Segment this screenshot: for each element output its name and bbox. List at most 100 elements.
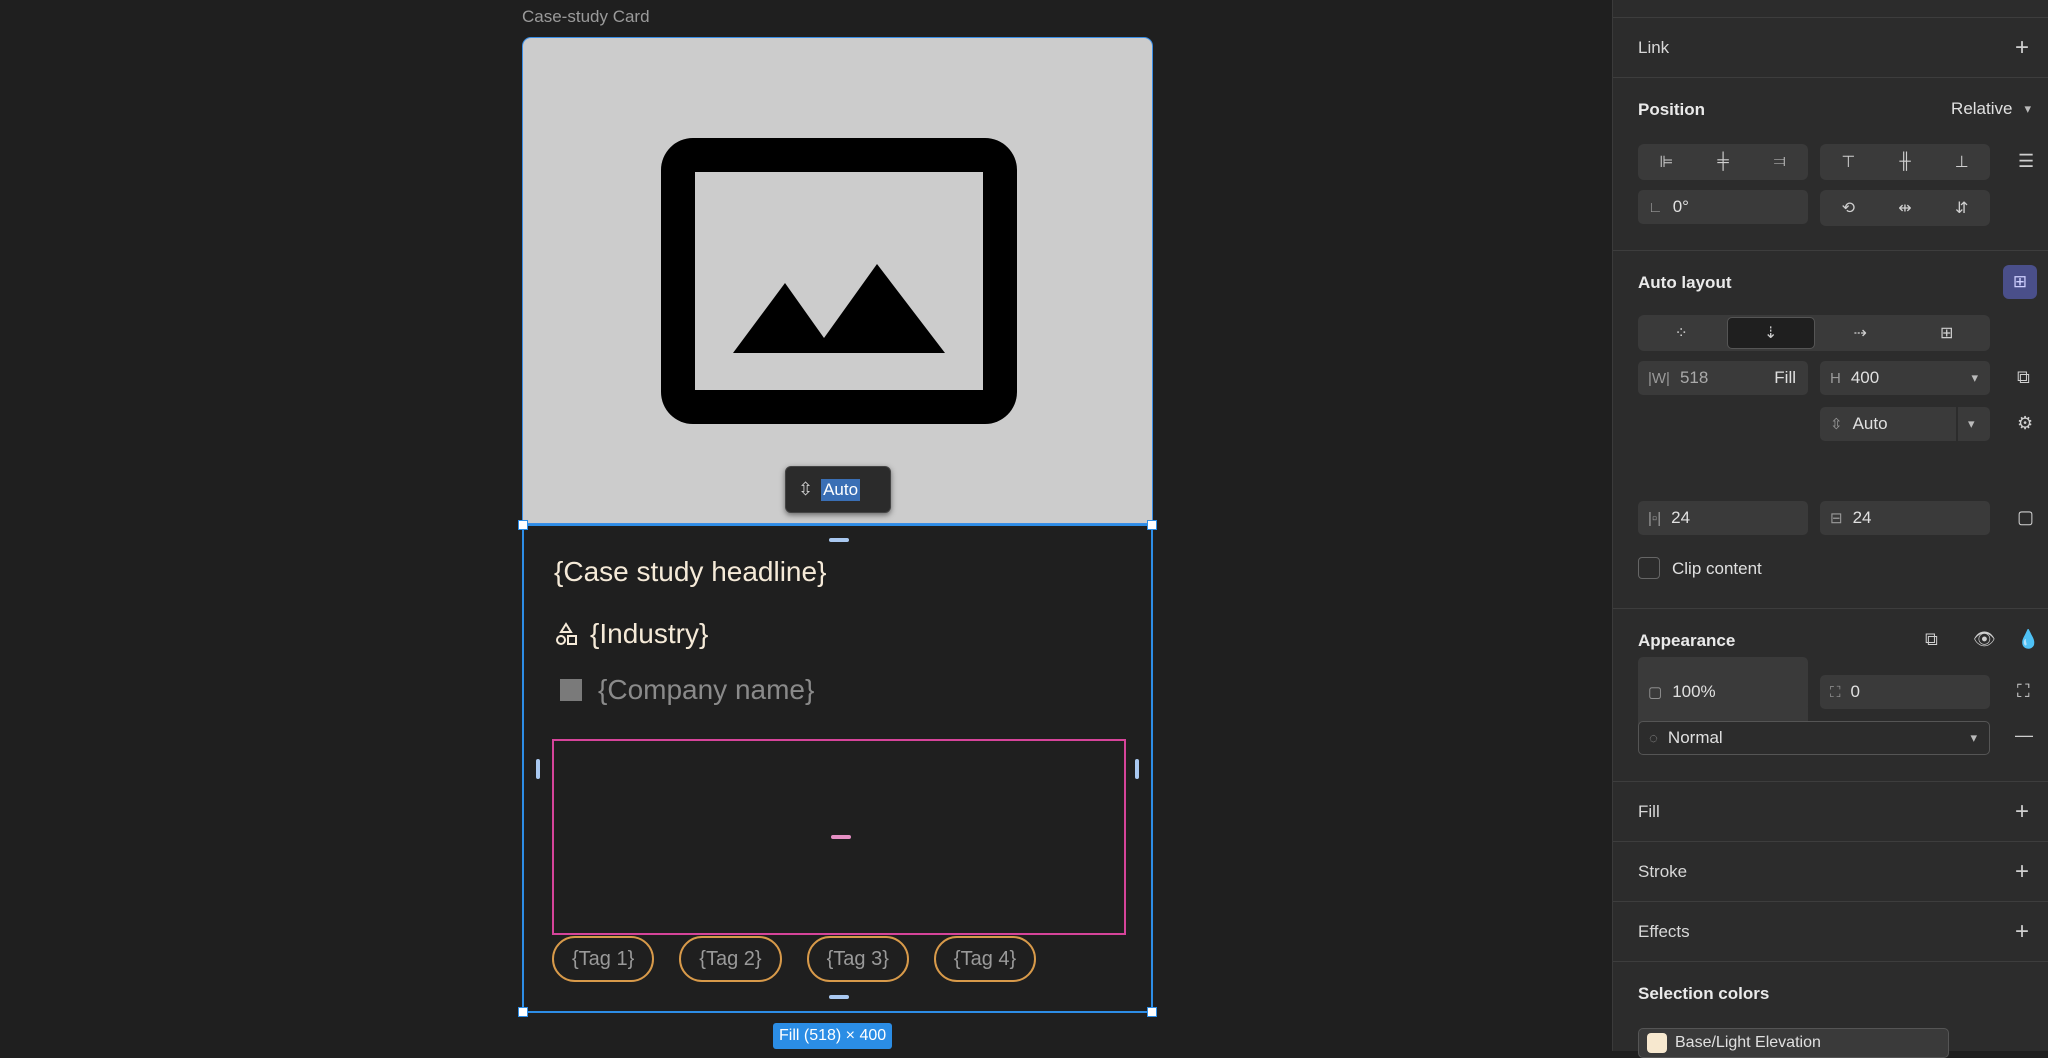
stroke-title: Stroke: [1638, 862, 1688, 881]
vertical-align-group[interactable]: ⊤ ╫ ⊥: [1820, 144, 1990, 180]
height-value: 400: [1850, 368, 1880, 387]
layout-freeform-icon[interactable]: ⁘: [1638, 315, 1725, 351]
padding-handle-right[interactable]: [1135, 759, 1139, 779]
image-placeholder[interactable]: [522, 37, 1153, 524]
padding-handle-top[interactable]: [829, 538, 849, 542]
fill-section: Fill +: [1613, 782, 2048, 842]
padding-handle-left[interactable]: [536, 759, 540, 779]
selection-colors-title: Selection colors: [1638, 984, 1770, 1003]
link-section: Link +: [1613, 18, 2048, 78]
fill-title: Fill: [1638, 802, 1660, 821]
chevron-down-icon: ▾: [2024, 101, 2031, 116]
chevron-down-icon: ▾: [1968, 416, 1975, 431]
tag-chip[interactable]: {Tag 1}: [552, 936, 655, 982]
horizontal-padding-value: 24: [1671, 508, 1691, 527]
rotation-field[interactable]: ∟ 0°: [1638, 190, 1808, 224]
design-canvas[interactable]: Case-study Card ⇳ Auto {Case study headl…: [0, 0, 1612, 1051]
align-left-icon[interactable]: ⊫: [1638, 144, 1695, 180]
stroke-section: Stroke +: [1613, 842, 2048, 902]
corner-radius-field[interactable]: ⛶ 0: [1820, 675, 1990, 709]
tag-chip[interactable]: {Tag 4}: [933, 936, 1037, 982]
appearance-section: Appearance ⧉ 👁 💧 ▢ 100% ⛶ 0 ⛶ ◌ Normal ▾…: [1613, 609, 2048, 782]
align-center-h-icon[interactable]: ╪: [1695, 144, 1752, 180]
layout-grid-icon[interactable]: ⊞: [1904, 315, 1991, 351]
industry-row[interactable]: {Industry}: [554, 618, 708, 650]
tag-chip[interactable]: {Tag 3}: [806, 936, 909, 982]
auto-layout-title: Auto layout: [1638, 273, 1732, 292]
resize-handle-top-right[interactable]: [1147, 520, 1157, 530]
distribute-icon[interactable]: ☰: [2018, 151, 2034, 172]
opacity-icon: ▢: [1648, 684, 1663, 701]
layout-vertical-icon[interactable]: ⇣: [1726, 317, 1815, 349]
resize-to-fit-icon[interactable]: ⧉: [2017, 367, 2030, 388]
droplet-icon[interactable]: 💧: [2017, 629, 2039, 650]
align-bottom-icon[interactable]: ⊥: [1933, 144, 1990, 180]
resize-handle-top-left[interactable]: [518, 520, 528, 530]
selection-color-item[interactable]: Base/Light Elevation: [1638, 1028, 1949, 1058]
gap-dropdown[interactable]: ▾: [1958, 407, 1990, 441]
frame-label[interactable]: Case-study Card: [522, 7, 650, 27]
angle-icon: ∟: [1648, 198, 1663, 216]
height-field[interactable]: H 400 ▾: [1820, 361, 1990, 395]
blend-droplet-icon: ◌: [1649, 729, 1658, 747]
individual-corners-icon[interactable]: ⛶: [2017, 681, 2030, 702]
vertical-gap-icon: ⇳: [798, 479, 814, 499]
position-title: Position: [1638, 100, 1706, 119]
gap-value-chip[interactable]: ⇳ Auto: [785, 466, 891, 513]
opacity-field[interactable]: ▢ 100%: [1638, 675, 1808, 709]
corner-radius-value: 0: [1850, 682, 1860, 701]
blend-mode-select[interactable]: ◌ Normal ▾: [1638, 721, 1990, 755]
align-top-icon[interactable]: ⊤: [1820, 144, 1877, 180]
eye-icon[interactable]: 👁: [1973, 629, 1996, 650]
appearance-title: Appearance: [1638, 631, 1736, 650]
vertical-padding-field[interactable]: ⊟ 24: [1820, 501, 1990, 535]
auto-layout-toggle-icon[interactable]: ⊞: [2003, 265, 2037, 299]
horizontal-padding-field[interactable]: |▫| 24: [1638, 501, 1808, 535]
rotate-icon[interactable]: ⟲: [1820, 190, 1877, 226]
align-middle-v-icon[interactable]: ╫: [1877, 144, 1934, 180]
selection-color-name: Base/Light Elevation: [1675, 1034, 1821, 1051]
tag-chip[interactable]: {Tag 2}: [679, 936, 782, 982]
opacity-value: 100%: [1672, 682, 1716, 701]
image-icon: [661, 138, 1017, 424]
gap-field-value: Auto: [1852, 414, 1888, 433]
chevron-down-icon[interactable]: ▾: [1971, 370, 1978, 386]
gap-handle[interactable]: [831, 835, 851, 839]
transform-group[interactable]: ⟲ ⇹ ⇵: [1820, 190, 1990, 226]
case-study-headline[interactable]: {Case study headline}: [554, 556, 826, 588]
add-link-plus-icon[interactable]: +: [2015, 36, 2029, 60]
industry-text: {Industry}: [590, 618, 709, 649]
effects-section: Effects +: [1613, 902, 2048, 962]
card-content-frame[interactable]: {Case study headline} {Industry} {Compan…: [518, 520, 1157, 1017]
description-frame[interactable]: [552, 739, 1126, 935]
width-mode[interactable]: Fill: [1774, 368, 1796, 388]
position-mode-value: Relative: [1951, 99, 2013, 118]
tag-list[interactable]: {Tag 1} {Tag 2} {Tag 3} {Tag 4}: [552, 936, 1037, 982]
company-name-text: {Company name}: [598, 674, 815, 705]
align-right-icon[interactable]: ⫤: [1751, 144, 1808, 180]
horizontal-align-group[interactable]: ⊫ ╪ ⫤: [1638, 144, 1808, 180]
padding-handle-bottom[interactable]: [829, 995, 849, 999]
add-fill-plus-icon[interactable]: +: [2015, 800, 2029, 824]
resize-handle-bottom-right[interactable]: [1147, 1007, 1157, 1017]
gap-value[interactable]: Auto: [821, 478, 861, 501]
resize-handle-bottom-left[interactable]: [518, 1007, 528, 1017]
position-mode-select[interactable]: Relative ▾: [1951, 99, 2031, 119]
layout-direction-group[interactable]: ⁘ ⇣ ⇢ ⊞: [1638, 315, 1990, 351]
variable-mode-icon[interactable]: ⧉: [1925, 629, 1938, 650]
layout-settings-icon[interactable]: ⚙: [2017, 413, 2033, 434]
flip-horizontal-icon[interactable]: ⇹: [1877, 190, 1934, 226]
layout-horizontal-icon[interactable]: ⇢: [1817, 315, 1904, 351]
add-effect-plus-icon[interactable]: +: [2015, 920, 2029, 944]
gap-field[interactable]: ⇳ Auto: [1820, 407, 1956, 441]
add-stroke-plus-icon[interactable]: +: [2015, 860, 2029, 884]
individual-padding-icon[interactable]: ▢: [2017, 507, 2034, 528]
remove-minus-icon[interactable]: —: [2015, 725, 2033, 746]
clip-content-label: Clip content: [1672, 559, 1762, 578]
width-field[interactable]: |W| 518 Fill: [1638, 361, 1808, 395]
flip-vertical-icon[interactable]: ⇵: [1933, 190, 1990, 226]
clip-content-checkbox[interactable]: [1638, 557, 1660, 579]
color-swatch: [1647, 1033, 1667, 1053]
company-row[interactable]: {Company name}: [560, 674, 814, 706]
size-badge: Fill (518) × 400: [773, 1023, 893, 1049]
